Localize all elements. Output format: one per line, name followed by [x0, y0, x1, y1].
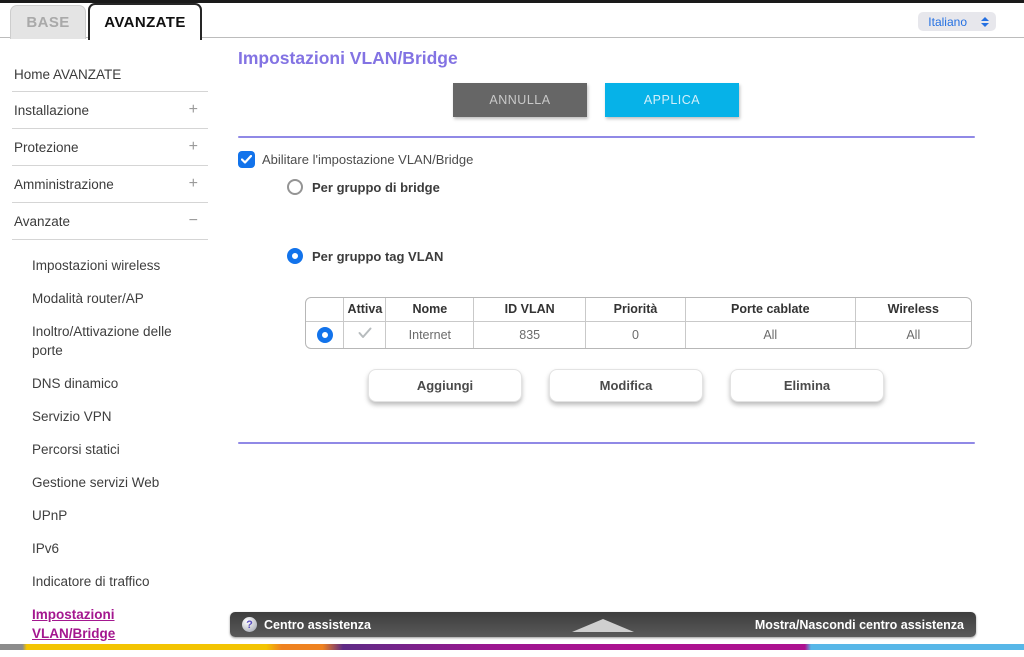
language-select[interactable]: Italiano [918, 12, 996, 31]
sidebar-subitem-percorsi-statici[interactable]: Percorsi statici [32, 440, 184, 459]
sidebar-item-avanzate[interactable]: Avanzate − [12, 203, 208, 240]
sidebar-item-label: Home AVANZATE [14, 67, 121, 82]
sidebar-subitem-impostazioni-vlan-bridge[interactable]: Impostazioni VLAN/Bridge [32, 605, 150, 643]
help-icon: ? [242, 617, 257, 632]
col-attiva: Attiva [344, 298, 386, 321]
vlan-tag-group-radio[interactable] [287, 248, 303, 264]
check-icon [241, 155, 252, 164]
sidebar-subnav: Impostazioni wireless Modalità router/AP… [32, 256, 218, 643]
enable-vlan-label: Abilitare l'impostazione VLAN/Bridge [262, 152, 473, 167]
sidebar-subitem-upnp[interactable]: UPnP [32, 506, 184, 525]
table-actions-row: Aggiungi Modifica Elimina [368, 369, 975, 402]
section-divider-top [238, 136, 975, 138]
cancel-button[interactable]: ANNULLA [453, 83, 587, 117]
language-select-value: Italiano [928, 15, 967, 29]
minus-expander-icon[interactable]: − [189, 212, 198, 230]
sidebar-item-label: Avanzate [14, 214, 70, 229]
col-wireless: Wireless [855, 298, 971, 321]
sidebar-item-protezione[interactable]: Protezione + [12, 129, 208, 166]
main-content: Impostazioni VLAN/Bridge ANNULLA APPLICA… [218, 38, 975, 444]
delete-button[interactable]: Elimina [730, 369, 884, 402]
sidebar-item-label: Protezione [14, 140, 79, 155]
sidebar-subitem-modalita-router-ap[interactable]: Modalità router/AP [32, 289, 184, 308]
vlan-table-header-row: Attiva Nome ID VLAN Priorità Porte cabla… [306, 298, 971, 321]
section-divider-bottom [238, 442, 975, 444]
vlan-table: Attiva Nome ID VLAN Priorità Porte cabla… [305, 297, 972, 349]
sidebar-item-installazione[interactable]: Installazione + [12, 92, 208, 129]
edit-button[interactable]: Modifica [549, 369, 703, 402]
tab-avanzate[interactable]: AVANZATE [88, 3, 202, 40]
attiva-check-icon [358, 327, 372, 339]
row-select-radio[interactable] [317, 327, 333, 343]
chevron-up-down-icon [981, 17, 989, 27]
vlan-tag-group-row: Per gruppo tag VLAN [287, 248, 975, 264]
expand-triangle-icon[interactable] [572, 619, 634, 632]
cell-wireless: All [855, 321, 971, 348]
tab-base[interactable]: BASE [10, 5, 86, 39]
sidebar-subitem-indicatore-di-traffico[interactable]: Indicatore di traffico [32, 572, 184, 591]
table-row[interactable]: Internet 835 0 All All [306, 321, 971, 348]
plus-expander-icon[interactable]: + [189, 138, 198, 156]
enable-vlan-checkbox[interactable] [238, 151, 255, 168]
help-center-label: Centro assistenza [264, 618, 371, 632]
col-porte-cablate: Porte cablate [685, 298, 855, 321]
bridge-group-label: Per gruppo di bridge [312, 180, 440, 195]
cell-porte-cablate: All [685, 321, 855, 348]
cell-id-vlan: 835 [474, 321, 586, 348]
plus-expander-icon[interactable]: + [189, 175, 198, 193]
apply-button[interactable]: APPLICA [605, 83, 739, 117]
top-header: BASE AVANZATE Italiano [0, 3, 1024, 38]
page-title: Impostazioni VLAN/Bridge [238, 48, 975, 69]
enable-vlan-row: Abilitare l'impostazione VLAN/Bridge [238, 151, 975, 168]
col-nome: Nome [386, 298, 474, 321]
bridge-group-radio[interactable] [287, 179, 303, 195]
apply-cancel-row: ANNULLA APPLICA [238, 83, 975, 117]
sidebar-subitem-ipv6[interactable]: IPv6 [32, 539, 184, 558]
help-center-bar[interactable]: ? Centro assistenza Mostra/Nascondi cent… [230, 612, 976, 637]
col-select [306, 298, 344, 321]
cell-priorita: 0 [586, 321, 686, 348]
sidebar-subitem-gestione-servizi-web[interactable]: Gestione servizi Web [32, 473, 184, 492]
sidebar-subitem-inoltro-attivazione-porte[interactable]: Inoltro/Attivazione delle porte [32, 322, 184, 360]
sidebar-item-label: Amministrazione [14, 177, 114, 192]
help-toggle-label[interactable]: Mostra/Nascondi centro assistenza [755, 618, 964, 632]
brand-color-strip [0, 644, 1024, 650]
sidebar-item-amministrazione[interactable]: Amministrazione + [12, 166, 208, 203]
cell-nome: Internet [386, 321, 474, 348]
vlan-tag-group-label: Per gruppo tag VLAN [312, 249, 443, 264]
sidebar-item-label: Installazione [14, 103, 89, 118]
plus-expander-icon[interactable]: + [189, 101, 198, 119]
sidebar-nav: Home AVANZATE Installazione + Protezione… [0, 38, 218, 657]
sidebar-subitem-dns-dinamico[interactable]: DNS dinamico [32, 374, 184, 393]
add-button[interactable]: Aggiungi [368, 369, 522, 402]
sidebar-item-home-avanzate[interactable]: Home AVANZATE [12, 58, 208, 92]
sidebar-subitem-impostazioni-wireless[interactable]: Impostazioni wireless [32, 256, 184, 275]
bridge-group-row: Per gruppo di bridge [287, 179, 975, 195]
col-id-vlan: ID VLAN [474, 298, 586, 321]
col-priorita: Priorità [586, 298, 686, 321]
sidebar-subitem-servizio-vpn[interactable]: Servizio VPN [32, 407, 184, 426]
